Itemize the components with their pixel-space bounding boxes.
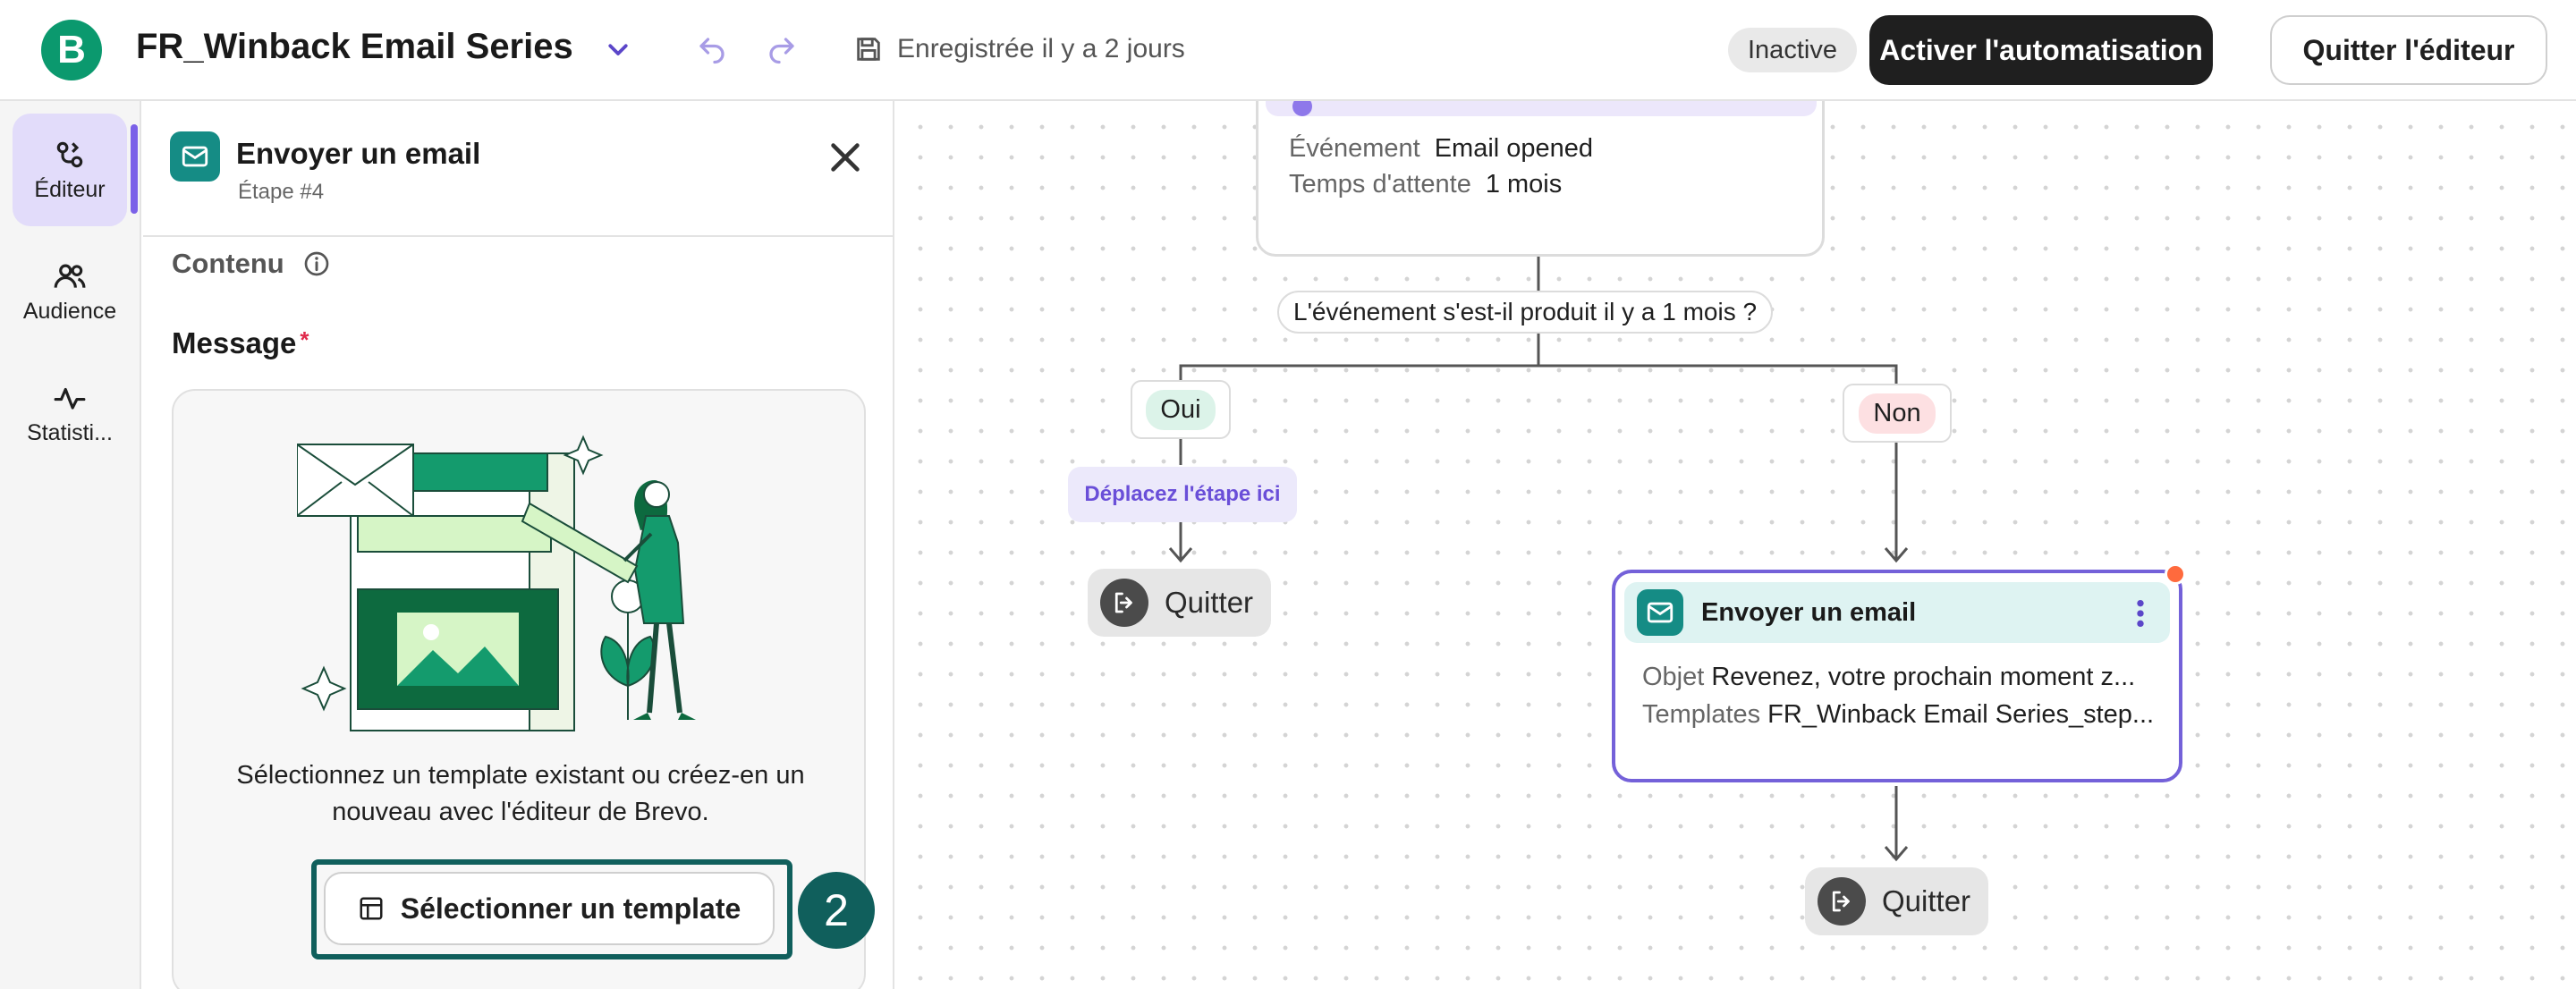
chevron-down-icon[interactable]: [605, 36, 631, 63]
close-icon[interactable]: [825, 137, 866, 178]
undo-icon[interactable]: [696, 34, 728, 66]
wait-row: Temps d'attente 1 mois: [1289, 170, 1562, 199]
event-row: Événement Email opened: [1289, 134, 1593, 164]
branch-no[interactable]: Non: [1843, 384, 1952, 443]
exit-icon: [1818, 877, 1866, 926]
save-icon: [857, 38, 880, 61]
nav-label: Statisti...: [27, 419, 113, 445]
template-card: Sélectionnez un template existant ou cré…: [172, 389, 875, 989]
panel-header: Envoyer un email Étape #4: [143, 101, 894, 237]
nav-item-editor[interactable]: Éditeur: [13, 114, 127, 226]
branch-yes[interactable]: Oui: [1131, 380, 1231, 439]
nav-item-statistics[interactable]: Statisti...: [13, 357, 127, 469]
subject-row: Objet Revenez, votre prochain moment z...: [1642, 663, 2170, 692]
email-template-illustration: [297, 435, 696, 731]
subject-value: Revenez, votre prochain moment z...: [1711, 663, 2136, 691]
select-template-label: Sélectionner un template: [400, 892, 741, 925]
email-node-header: Envoyer un email: [1624, 582, 2170, 643]
wait-event-node[interactable]: Événement Email opened Temps d'attente 1 m…: [1256, 101, 1825, 257]
select-template-button[interactable]: Sélectionner un template: [324, 872, 775, 945]
nav-item-audience[interactable]: Audience: [13, 235, 127, 348]
wait-value: 1 mois: [1485, 170, 1563, 199]
audience-icon: [54, 264, 86, 288]
editor-icon: [56, 141, 83, 167]
mail-icon: [170, 131, 220, 182]
step-panel: Envoyer un email Étape #4 Contenu Messag…: [143, 101, 894, 989]
step-number-badge: 2: [798, 872, 875, 949]
nav-label: Éditeur: [34, 176, 106, 202]
quit-editor-button[interactable]: Quitter l'éditeur: [2270, 15, 2547, 85]
quit-node-left[interactable]: Quitter: [1088, 569, 1272, 637]
branch-yes-label: Oui: [1146, 389, 1216, 430]
step-label: Étape #4: [238, 180, 325, 204]
content-section-label: Contenu: [172, 248, 331, 280]
active-indicator: [131, 124, 138, 214]
required-mark: *: [300, 326, 309, 353]
status-badge: Inactive: [1728, 28, 1857, 72]
move-step-here-dropzone[interactable]: Déplacez l'étape ici: [1068, 467, 1297, 522]
statistics-icon: [54, 387, 86, 410]
automation-title[interactable]: FR_Winback Email Series: [136, 27, 573, 67]
content-label: Contenu: [172, 248, 284, 279]
subject-key: Objet: [1642, 663, 1705, 691]
event-value: Email opened: [1434, 134, 1594, 163]
email-node-title: Envoyer un email: [1701, 598, 1917, 627]
quit-node-right[interactable]: Quitter: [1805, 867, 1989, 935]
condition-question[interactable]: L'événement s'est-il produit il y a 1 mo…: [1277, 291, 1774, 334]
event-key: Événement: [1289, 134, 1420, 163]
info-icon[interactable]: [302, 249, 331, 278]
branch-no-label: Non: [1859, 393, 1936, 434]
templates-value: FR_Winback Email Series_step...: [1767, 700, 2155, 729]
nav-label: Audience: [22, 298, 117, 324]
save-status: Enregistrée il y a 2 jours: [897, 34, 1185, 63]
message-label-text: Message: [172, 326, 297, 359]
send-email-node[interactable]: Envoyer un email Objet Revenez, votre pro…: [1612, 570, 2182, 782]
quit-label: Quitter: [1882, 884, 1971, 917]
templates-key: Templates: [1642, 700, 1761, 729]
template-icon: [360, 897, 383, 920]
mail-icon: [1637, 589, 1683, 636]
more-options-icon[interactable]: [2134, 598, 2147, 629]
quit-label: Quitter: [1165, 586, 1254, 619]
exit-icon: [1100, 579, 1148, 627]
workflow-canvas[interactable]: Événement Email opened Temps d'attente 1 m…: [896, 101, 2576, 989]
left-nav: Éditeur Audience Statisti...: [0, 101, 141, 989]
card-description: Sélectionnez un template existant ou cré…: [236, 761, 805, 826]
brevo-logo[interactable]: B: [41, 20, 102, 80]
activate-automation-button[interactable]: Activer l'automatisation: [1869, 15, 2213, 85]
redo-icon[interactable]: [766, 34, 798, 66]
notification-dot: [2165, 563, 2186, 585]
top-bar: B FR_Winback Email Series Enregistrée il…: [0, 0, 2576, 101]
templates-row: Templates FR_Winback Email Series_step...: [1642, 700, 2170, 730]
wait-key: Temps d'attente: [1289, 170, 1471, 199]
node-header-band: [1266, 101, 1817, 116]
panel-title: Envoyer un email: [236, 137, 481, 170]
message-label: Message *: [172, 326, 309, 360]
